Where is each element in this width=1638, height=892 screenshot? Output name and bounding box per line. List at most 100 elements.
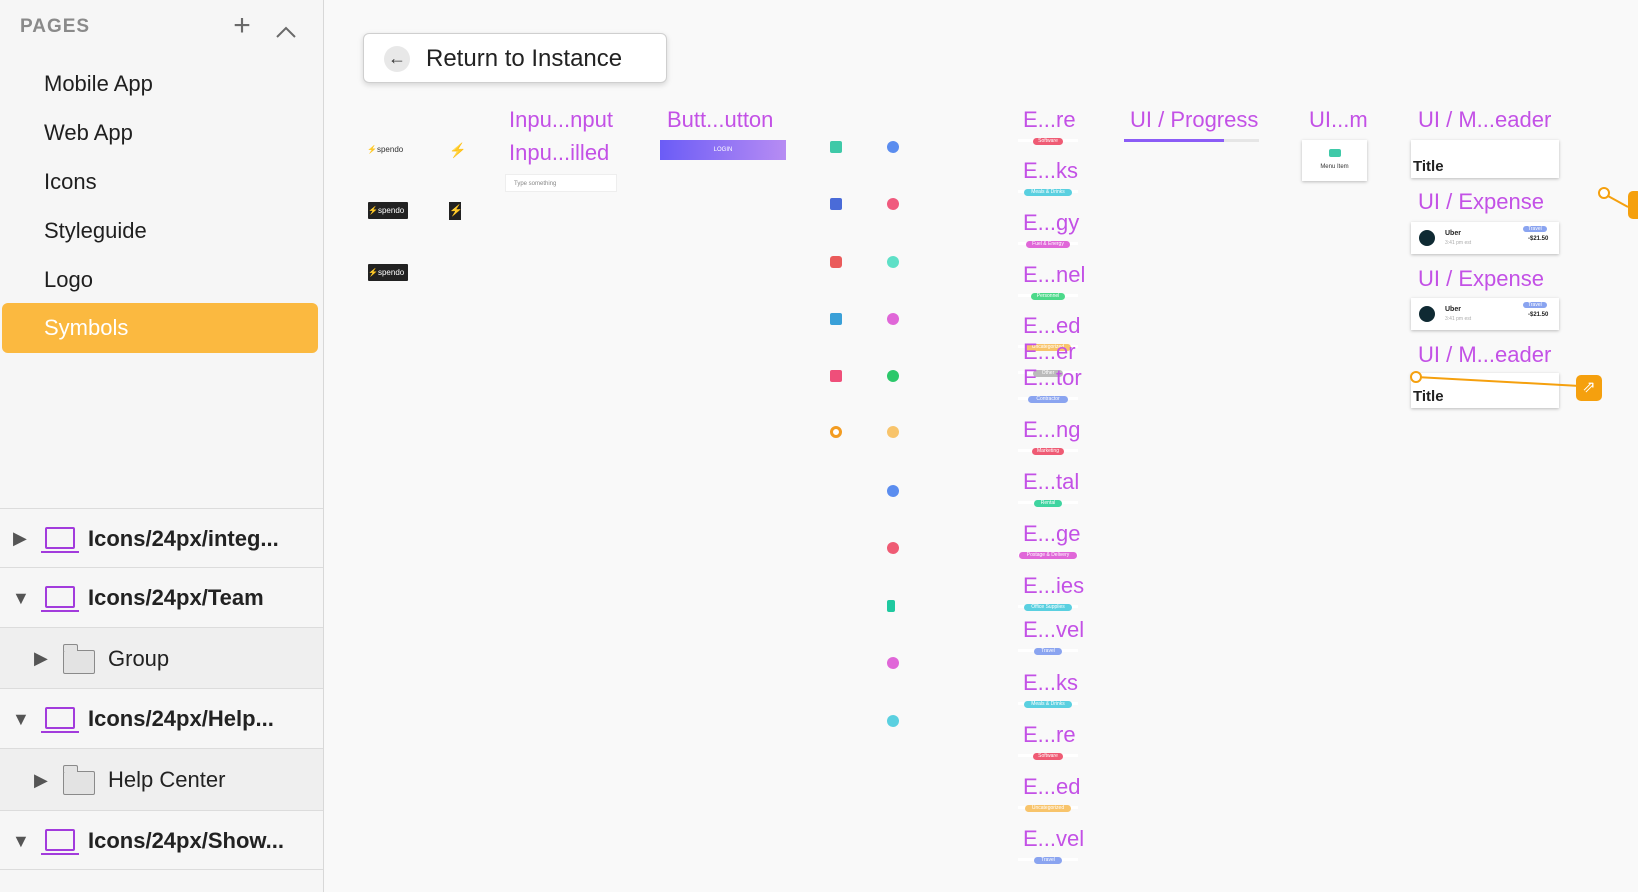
symbol-label-expense-category[interactable]: E...ks: [1023, 670, 1078, 696]
symbol-label-expense-category[interactable]: E...er: [1023, 339, 1076, 365]
expense-category-badge: Rental: [1034, 500, 1062, 507]
expand-triangle-icon[interactable]: ▶: [13, 528, 27, 549]
layer-row-icons-help[interactable]: ▼ Icons/24px/Help...: [0, 688, 323, 748]
symbol-label-input-filled[interactable]: Inpu...illed: [509, 140, 609, 166]
symbols-canvas[interactable]: [324, 0, 1638, 892]
symbol-label-expense-category[interactable]: E...tal: [1023, 469, 1079, 495]
symbol-label-expense-category[interactable]: E...ed: [1023, 313, 1080, 339]
symbol-label-expense[interactable]: UI / Expense: [1418, 189, 1544, 215]
symbol-label-expense-category[interactable]: E...gy: [1023, 210, 1079, 236]
symbol-label-expense-2[interactable]: UI / Expense: [1418, 266, 1544, 292]
collapse-triangle-icon[interactable]: ▼: [12, 588, 30, 609]
layer-label: Group: [108, 646, 170, 671]
menu-item-label: Menu Item: [1320, 164, 1349, 170]
symbol-label-expense-category[interactable]: E...vel: [1023, 826, 1084, 852]
expense-category-badge: Postage & Delivery: [1019, 552, 1077, 559]
symbol-label-expense-category[interactable]: E...ies: [1023, 573, 1084, 599]
expense-category-badge: Contractor: [1028, 396, 1068, 403]
page-item-icons[interactable]: Icons: [0, 157, 324, 207]
symbol-label-expense-category[interactable]: E...ge: [1023, 521, 1080, 547]
artboard-icon: [41, 829, 79, 855]
expand-triangle-icon[interactable]: ▶: [34, 770, 48, 791]
expense-time: 3:41 pm est: [1445, 316, 1472, 322]
symbol-label-header[interactable]: UI / M...eader: [1418, 107, 1551, 133]
expense-category: Travel: [1523, 302, 1547, 308]
spendo-mark-dark-icon[interactable]: ⚡: [449, 202, 463, 220]
artboard-icon: [41, 527, 79, 553]
spendo-logo-dark-alt[interactable]: ⚡spendo: [368, 264, 408, 281]
expense-category-badge: Personnel: [1031, 293, 1065, 300]
spendo-logo-dark[interactable]: ⚡spendo: [368, 202, 408, 219]
expense-card-preview-2[interactable]: Uber 3:41 pm est Travel -$21.50: [1411, 298, 1559, 330]
microphone-icon[interactable]: [887, 715, 899, 727]
input-field-preview[interactable]: Type something: [505, 174, 617, 192]
symbol-label-progress[interactable]: UI / Progress: [1130, 107, 1258, 133]
page-item-web-app[interactable]: Web App: [0, 108, 324, 158]
spendo-logo-light[interactable]: ⚡spendo: [367, 141, 407, 158]
person-icon[interactable]: [887, 370, 899, 382]
heart-message-icon[interactable]: [830, 370, 842, 382]
phone-icon[interactable]: [887, 600, 895, 612]
add-page-icon[interactable]: +: [228, 11, 256, 41]
symbol-label-expense-category[interactable]: E...ng: [1023, 417, 1080, 443]
user-icon[interactable]: [887, 141, 899, 153]
login-button-preview[interactable]: LOGIN: [660, 140, 786, 160]
scroll-icon[interactable]: [830, 198, 842, 210]
layer-label: Help Center: [108, 767, 226, 792]
symbol-label-button[interactable]: Butt...utton: [667, 107, 773, 133]
expense-category: Travel: [1523, 226, 1547, 232]
megaphone-icon[interactable]: [887, 542, 899, 554]
layer-label: Icons/24px/Help...: [88, 706, 274, 731]
symbol-label-expense-category[interactable]: E...ed: [1023, 774, 1080, 800]
symbol-label-expense-category[interactable]: E...re: [1023, 107, 1076, 133]
menu-item-preview[interactable]: Menu Item: [1302, 140, 1367, 181]
box-icon[interactable]: [887, 657, 899, 669]
return-label: Return to Instance: [426, 45, 623, 72]
layer-row-icons-integ[interactable]: ▶ Icons/24px/integ...: [0, 508, 323, 567]
expense-amount: -$21.50: [1528, 236, 1549, 242]
uber-avatar-icon: [1419, 306, 1435, 322]
symbol-label-expense-category[interactable]: E...nel: [1023, 262, 1085, 288]
folder-icon: [62, 644, 95, 674]
tag-icon[interactable]: [887, 198, 899, 210]
spendo-mark-icon[interactable]: ⚡: [449, 142, 466, 159]
uber-avatar-icon: [1419, 230, 1435, 246]
camera-icon[interactable]: [830, 256, 842, 268]
symbol-label-expense-category[interactable]: E...vel: [1023, 617, 1084, 643]
expense-category-badge: Uncategorized: [1025, 805, 1071, 812]
symbol-label-expense-category[interactable]: E...tor: [1023, 365, 1082, 391]
wrench-icon[interactable]: [887, 485, 899, 497]
collapse-triangle-icon[interactable]: ▼: [12, 709, 30, 730]
expense-category-badge: Software: [1033, 138, 1063, 145]
expense-card-preview[interactable]: Uber 3:41 pm est Travel -$21.50: [1411, 222, 1559, 254]
expand-triangle-icon[interactable]: ▶: [34, 648, 48, 669]
page-item-symbols[interactable]: Symbols: [2, 303, 318, 353]
header-title: Title: [1413, 158, 1444, 175]
lifebuoy-icon[interactable]: [830, 426, 842, 438]
collapse-triangle-icon[interactable]: ▼: [12, 831, 30, 852]
return-to-instance-button[interactable]: ← Return to Instance: [363, 33, 667, 83]
artboard-icon: [41, 707, 79, 733]
gauge-icon[interactable]: [887, 313, 899, 325]
symbol-label-expense-category[interactable]: E...ks: [1023, 158, 1078, 184]
page-item-mobile-app[interactable]: Mobile App: [0, 59, 324, 109]
layer-row-icons-show[interactable]: ▼ Icons/24px/Show...: [0, 810, 323, 870]
mail-open-icon[interactable]: [830, 313, 842, 325]
prototype-link-icon[interactable]: ⇗: [1576, 375, 1602, 401]
wallet-icon[interactable]: [830, 141, 842, 153]
warning-icon[interactable]: [887, 426, 899, 438]
header-preview[interactable]: Title: [1411, 140, 1559, 178]
symbol-label-expense-category[interactable]: E...re: [1023, 722, 1076, 748]
fork-knife-icon[interactable]: [887, 256, 899, 268]
symbol-label-input[interactable]: Inpu...nput: [509, 107, 613, 133]
page-item-logo[interactable]: Logo: [0, 255, 324, 305]
layer-label: Icons/24px/Show...: [88, 828, 285, 853]
page-item-styleguide[interactable]: Styleguide: [0, 206, 324, 256]
symbol-label-header-2[interactable]: UI / M...eader: [1418, 342, 1551, 368]
layer-row-icons-team[interactable]: ▼ Icons/24px/Team: [0, 567, 323, 627]
symbol-label-menu[interactable]: UI...m: [1309, 107, 1368, 133]
layer-row-group[interactable]: ▶ Group: [0, 627, 323, 688]
collapse-pages-icon[interactable]: [272, 16, 300, 44]
expense-category-badge: Travel: [1034, 857, 1062, 864]
layer-row-help-center[interactable]: ▶ Help Center: [0, 748, 323, 810]
